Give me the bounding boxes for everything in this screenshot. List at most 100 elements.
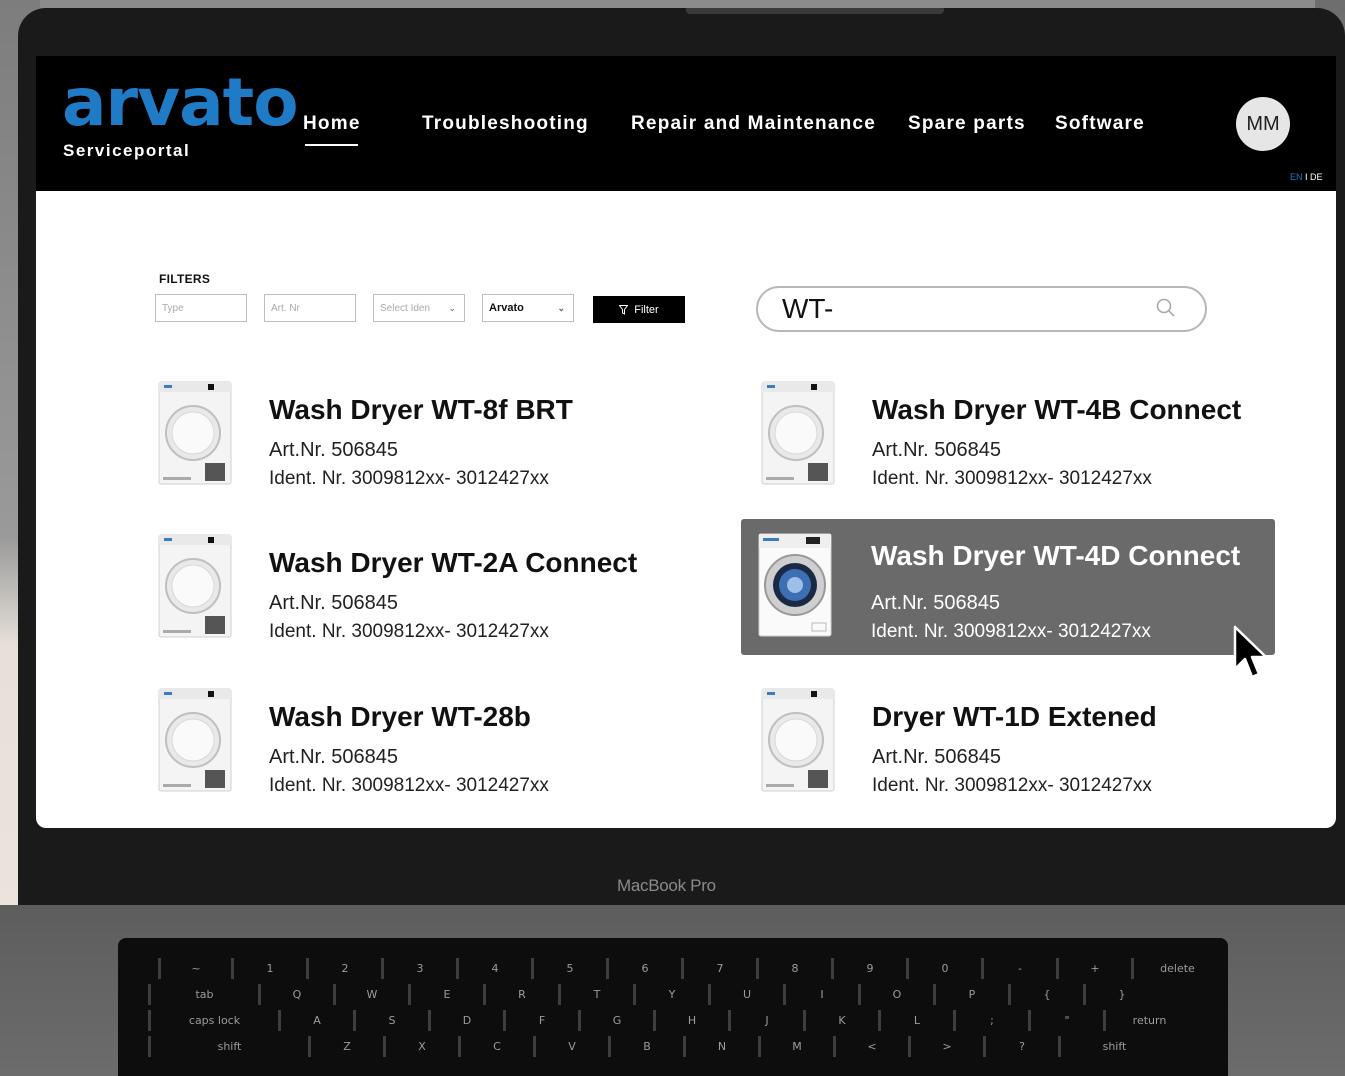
key[interactable]: B [608,1036,683,1057]
product-card-5[interactable]: Dryer WT-1D Extened Art.Nr. 506845 Ident… [745,680,1279,816]
key[interactable]: 3 [381,958,456,979]
dryer-image [761,381,835,485]
key[interactable]: Z [308,1036,383,1057]
key[interactable]: " [1028,1010,1103,1031]
search-box [756,286,1207,332]
key[interactable]: D [428,1010,503,1031]
device-label: MacBook Pro [617,876,716,895]
key[interactable]: R [483,984,558,1005]
brand-select[interactable]: Arvato ⌄ [482,294,574,322]
key[interactable]: shift [148,1036,308,1057]
nav-troubleshooting[interactable]: Troubleshooting [422,113,589,135]
dryer-image [158,688,232,792]
key[interactable]: M [758,1036,833,1057]
key[interactable]: A [278,1010,353,1031]
nav-active-underline [305,144,358,146]
filter-button[interactable]: Filter [593,296,685,323]
washer-image [758,533,832,637]
laptop-screen: arvato Serviceportal Home Troubleshootin… [36,56,1336,828]
type-filter-input[interactable]: Type [155,294,247,322]
nav-repair-maintenance[interactable]: Repair and Maintenance [631,113,876,135]
key[interactable]: J [728,1010,803,1031]
product-card-3-selected[interactable]: Wash Dryer WT-4D Connect Art.Nr. 506845 … [741,519,1275,655]
product-card-0[interactable]: Wash Dryer WT-8f BRT Art.Nr. 506845 Iden… [142,373,676,509]
key[interactable]: W [333,984,408,1005]
artnr-filter-input[interactable]: Art. Nr [264,294,356,322]
product-card-4[interactable]: Wash Dryer WT-28b Art.Nr. 506845 Ident. … [142,680,676,816]
nav-spare-parts[interactable]: Spare parts [908,113,1026,135]
key[interactable]: 0 [906,958,981,979]
nav-software[interactable]: Software [1055,113,1145,135]
key[interactable]: V [533,1036,608,1057]
key[interactable]: C [458,1036,533,1057]
key[interactable]: F [503,1010,578,1031]
key[interactable]: ? [983,1036,1058,1057]
product-artnr: Art.Nr. 506845 [871,592,1000,614]
logo-wordmark[interactable]: arvato [62,70,299,136]
product-name: Wash Dryer WT-28b [269,701,531,732]
key[interactable]: return [1103,1010,1193,1031]
key[interactable]: T [558,984,633,1005]
filter-button-label: Filter [634,303,659,316]
key[interactable]: } [1083,984,1158,1005]
key[interactable]: 4 [456,958,531,979]
key[interactable]: ~ [158,958,231,979]
lang-separator: I [1302,172,1311,182]
key[interactable]: K [803,1010,878,1031]
key[interactable]: 8 [756,958,831,979]
key[interactable]: 5 [531,958,606,979]
product-artnr: Art.Nr. 506845 [269,439,398,461]
key[interactable]: X [383,1036,458,1057]
ident-select[interactable]: Select Iden ⌄ [373,294,465,322]
key[interactable]: Y [633,984,708,1005]
product-artnr: Art.Nr. 506845 [872,746,1001,768]
user-avatar[interactable]: MM [1236,97,1290,151]
key[interactable]: E [408,984,483,1005]
key[interactable]: U [708,984,783,1005]
key[interactable]: O [858,984,933,1005]
key[interactable]: 9 [831,958,906,979]
key[interactable]: shift [1058,1036,1168,1057]
key[interactable]: 6 [606,958,681,979]
product-card-2[interactable]: Wash Dryer WT-2A Connect Art.Nr. 506845 … [142,526,676,662]
chevron-down-icon: ⌄ [557,303,565,313]
key[interactable]: N [683,1036,758,1057]
language-switch: EN I DE [1290,172,1323,182]
product-identnr: Ident. Nr. 3009812xx- 3012427xx [872,468,1152,489]
key[interactable]: S [353,1010,428,1031]
key[interactable]: < [833,1036,908,1057]
funnel-icon [619,304,629,315]
key[interactable]: G [578,1010,653,1031]
lid-notch [686,8,944,14]
key[interactable]: > [908,1036,983,1057]
key[interactable]: 1 [231,958,306,979]
key[interactable]: H [653,1010,728,1031]
key[interactable]: ; [953,1010,1028,1031]
product-artnr: Art.Nr. 506845 [269,592,398,614]
key[interactable]: P [933,984,1008,1005]
key[interactable]: caps lock [148,1010,278,1031]
key[interactable]: 7 [681,958,756,979]
lang-en[interactable]: EN [1290,172,1303,182]
key[interactable]: + [1056,958,1131,979]
product-identnr: Ident. Nr. 3009812xx- 3012427xx [871,621,1151,642]
key[interactable]: delete [1131,958,1221,979]
product-card-1[interactable]: Wash Dryer WT-4B Connect Art.Nr. 506845 … [745,373,1279,509]
key[interactable]: I [783,984,858,1005]
product-name: Wash Dryer WT-2A Connect [269,547,638,578]
key[interactable]: - [981,958,1056,979]
keyboard: ~ 1 2 3 4 5 6 7 8 9 0 - + delete tab Q W… [118,938,1228,1076]
nav-home[interactable]: Home [303,113,361,135]
dryer-image [761,688,835,792]
key[interactable]: Q [258,984,333,1005]
search-input[interactable] [782,294,1142,324]
key[interactable]: 2 [306,958,381,979]
lang-de[interactable]: DE [1310,172,1323,182]
product-identnr: Ident. Nr. 3009812xx- 3012427xx [269,468,549,489]
key[interactable]: { [1008,984,1083,1005]
key[interactable]: L [878,1010,953,1031]
product-identnr: Ident. Nr. 3009812xx- 3012427xx [872,775,1152,796]
key[interactable]: tab [148,984,258,1005]
search-icon[interactable] [1156,298,1176,318]
chevron-down-icon: ⌄ [448,303,456,313]
